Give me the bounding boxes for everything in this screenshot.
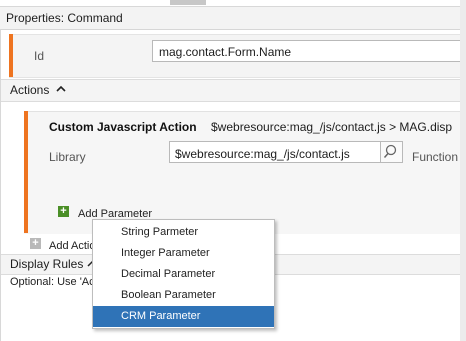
properties-title: Properties: Command bbox=[6, 11, 123, 25]
actions-header[interactable] bbox=[0, 79, 466, 102]
id-input-value[interactable]: mag.contact.Form.Name bbox=[159, 45, 291, 59]
library-label: Library bbox=[49, 150, 86, 164]
add-parameter-icon[interactable]: + bbox=[58, 206, 69, 217]
dropdown-item[interactable]: CRM Parameter bbox=[93, 306, 274, 327]
dropdown-item[interactable]: Decimal Parameter bbox=[93, 264, 274, 285]
dropdown-item[interactable]: Boolean Parameter bbox=[93, 285, 274, 306]
function-label: Function N bbox=[412, 150, 466, 164]
action-subtitle: $webresource:mag_/js/contact.js > MAG.di… bbox=[211, 120, 453, 134]
add-action-icon[interactable]: + bbox=[30, 238, 41, 249]
library-search-button[interactable] bbox=[381, 141, 403, 163]
panel-left-border bbox=[0, 29, 1, 341]
id-label: Id bbox=[34, 49, 45, 63]
id-row-accent bbox=[9, 34, 13, 77]
search-icon bbox=[383, 144, 397, 158]
dropdown-item[interactable]: String Parmeter bbox=[93, 222, 274, 243]
chevron-up-icon[interactable] bbox=[55, 84, 67, 94]
top-notch bbox=[170, 0, 206, 5]
action-title: Custom Javascript Action bbox=[49, 120, 197, 134]
action-card-accent bbox=[24, 111, 28, 233]
add-action-link[interactable]: Add Actio bbox=[49, 240, 95, 252]
actions-label: Actions bbox=[10, 83, 50, 97]
library-input-value[interactable]: $webresource:mag_/js/contact.js bbox=[175, 147, 350, 161]
dropdown-item[interactable]: Integer Parameter bbox=[93, 243, 274, 264]
display-rules-label: Display Rules bbox=[10, 257, 84, 271]
vertical-scrollbar[interactable] bbox=[460, 0, 466, 341]
